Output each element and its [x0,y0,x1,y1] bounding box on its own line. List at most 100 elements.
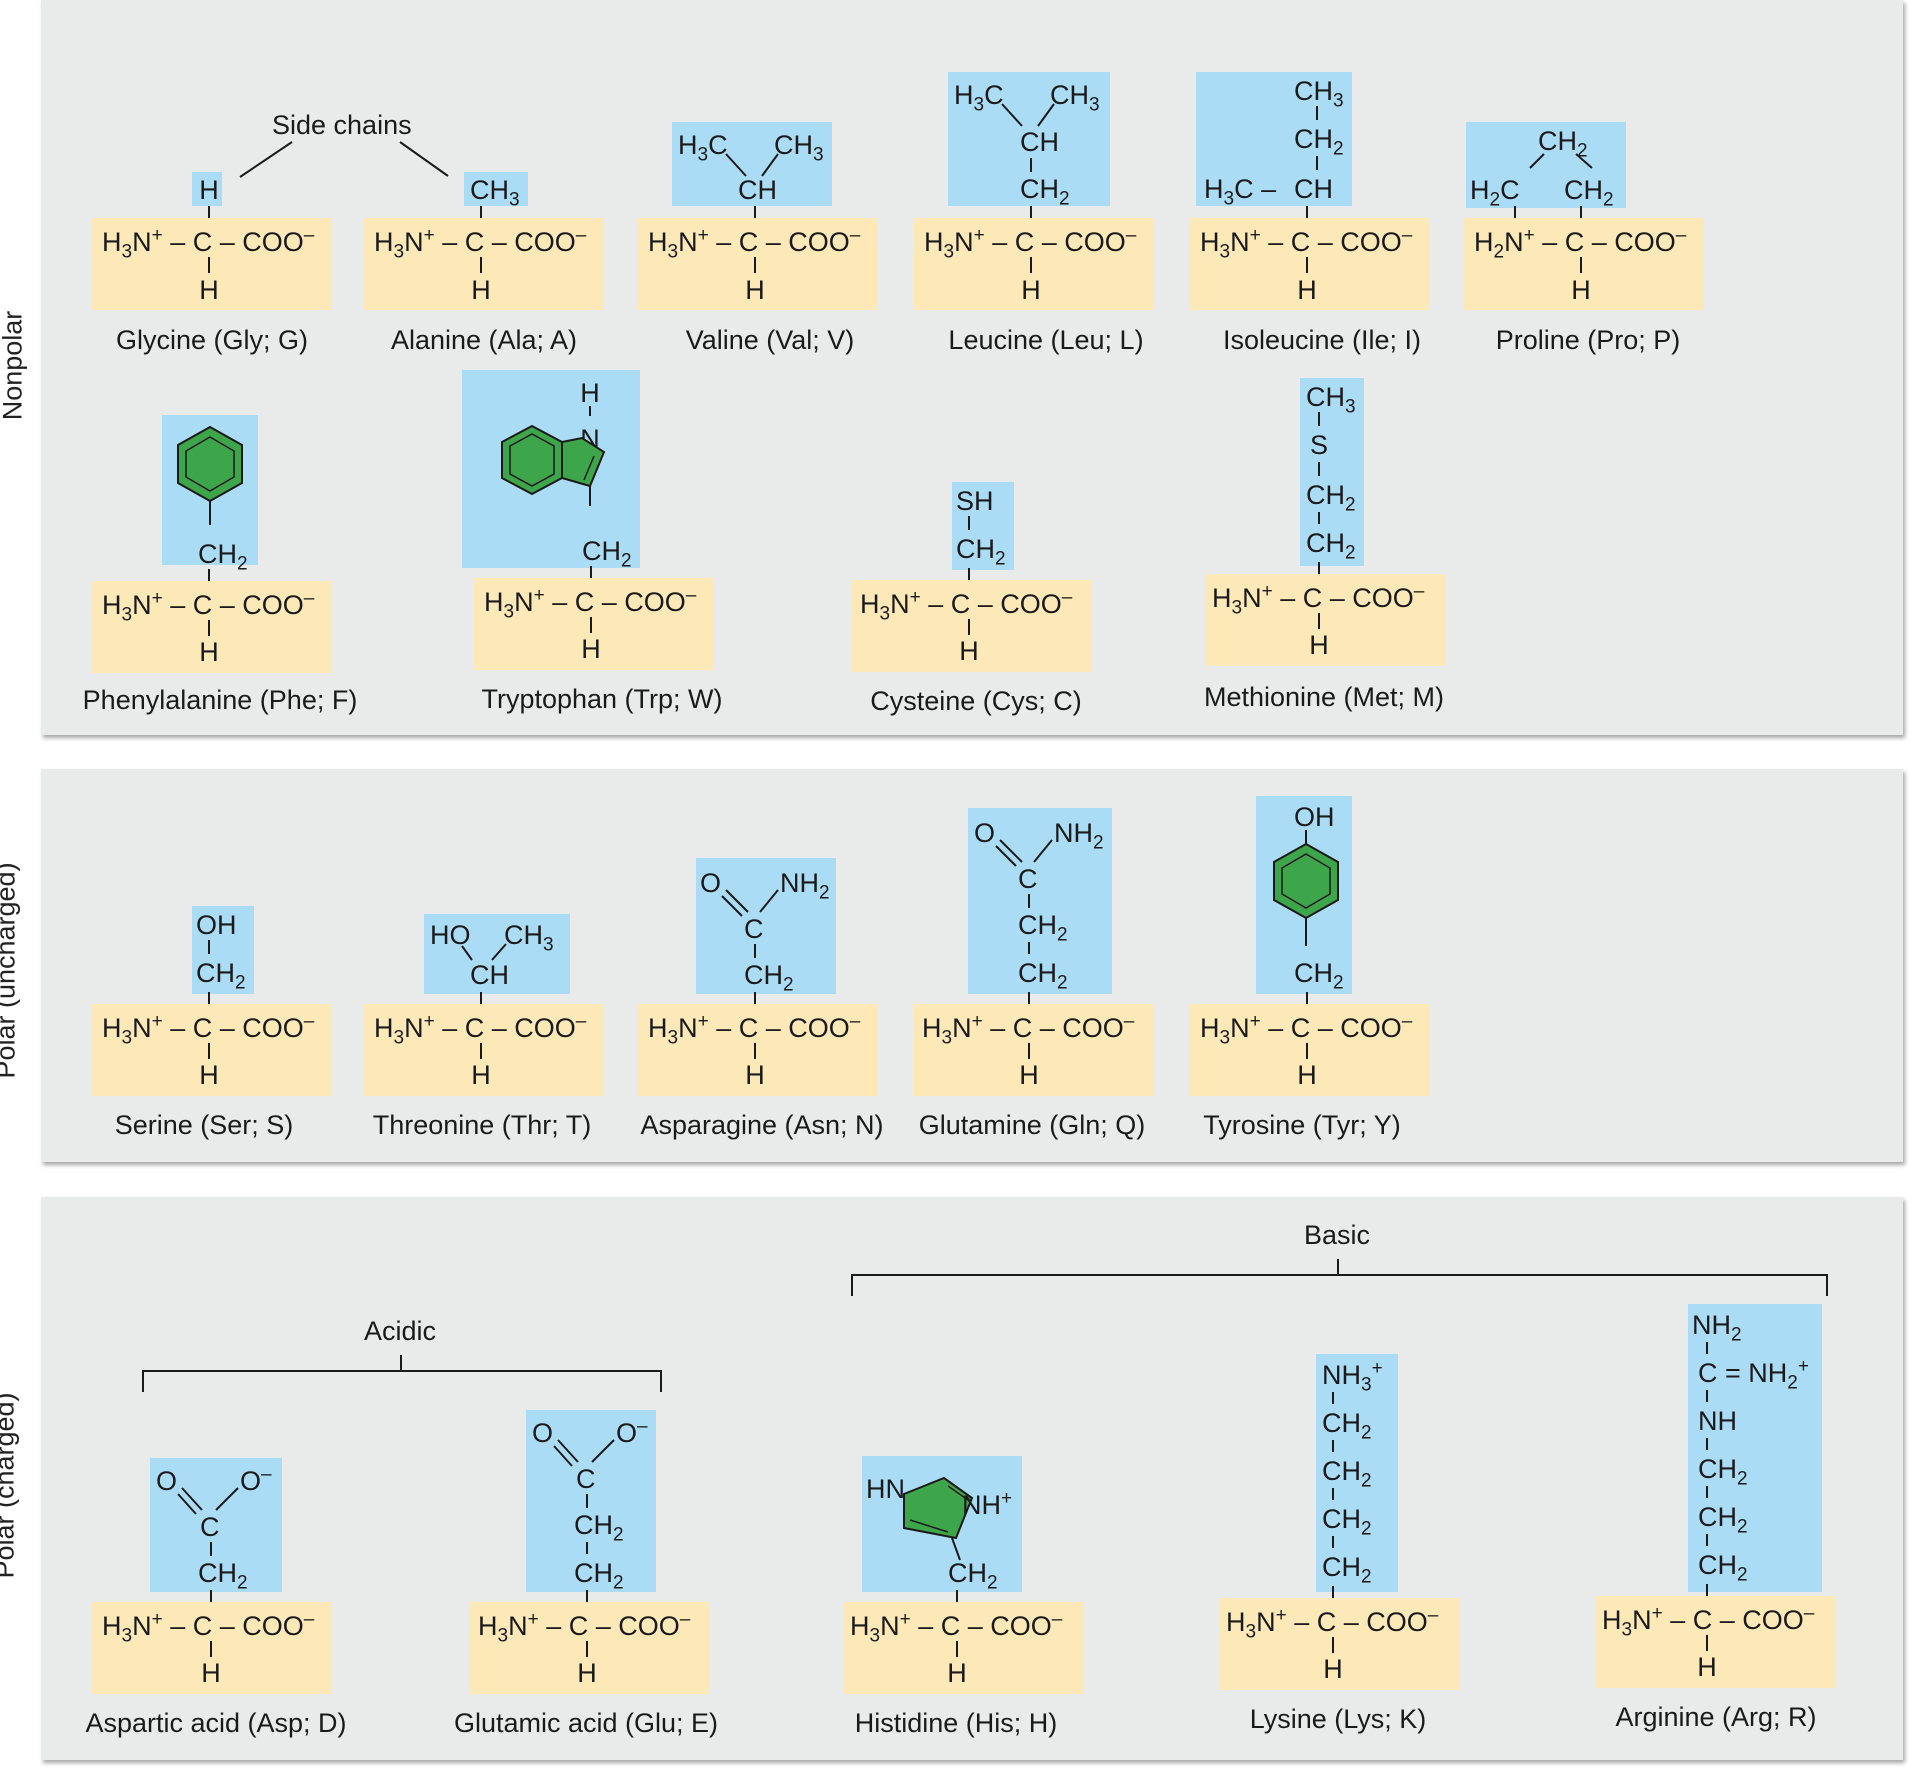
amino-acid-name: Alanine (Ala; A) [390,325,578,355]
bond [480,257,482,273]
alpha-h: H [745,275,765,305]
bond [586,1590,588,1602]
bond [1318,512,1320,524]
amino-acid-name: Threonine (Thr; T) [372,1110,592,1140]
side-atom: CH2 [1018,958,1068,994]
amino-acid-isoleucine: CH3 CH2 H3C – CH H3N+ – C – COO– H Isole… [1190,72,1430,372]
amino-acid-tryptophan: H N CH2 H3N+ – C – COO– H Tryptophan (Tr… [462,370,723,720]
side-atom: CH2 [744,960,794,996]
amino-acid-name: Glutamic acid (Glu; E) [453,1708,719,1738]
bond [1028,942,1030,954]
side-atom: H2C [1470,175,1520,211]
side-atom: CH [1294,174,1333,204]
bond [1332,1536,1334,1548]
side-atom: CH3 [1306,382,1356,418]
backbone-text: H3N+ – C – COO– [102,225,315,263]
side-atom: CH [738,175,777,205]
side-atom: C [1018,864,1038,894]
side-atom: CH2 [574,1510,624,1546]
alpha-h: H [199,1060,219,1090]
alpha-h: H [201,1658,221,1688]
side-atom: CH2 [1294,958,1344,994]
side-atom: CH3 [470,175,520,211]
acidic-bracket-tick [400,1355,402,1371]
side-atom: CH2 [1018,910,1068,946]
side-atom: C [576,1464,596,1494]
bond [586,1494,588,1508]
backbone-text: H3N+ – C – COO– [1602,1603,1815,1641]
amino-acid-serine: OH CH2 H3N+ – C – COO– H Serine (Ser; S) [92,906,332,1146]
side-atom: OH [196,910,237,940]
bond [1706,1390,1708,1402]
backbone-text: H3N+ – C – COO– [102,1011,315,1049]
alpha-h: H [471,275,491,305]
bond [210,1542,212,1556]
bond [208,992,210,1004]
side-atom: CH2 [1322,1456,1372,1492]
alpha-h: H [1697,1652,1717,1682]
bond [968,619,970,635]
bond [1030,257,1032,273]
alpha-h: H [1309,630,1329,660]
backbone-text: H3N+ – C – COO– [924,225,1137,263]
alpha-h: H [471,1060,491,1090]
bond [480,206,482,218]
amino-acid-name: Tryptophan (Trp; W) [481,684,723,714]
bond [1706,1342,1708,1354]
amino-acid-name: Tyrosine (Tyr; Y) [1203,1110,1401,1140]
bond [208,1043,210,1059]
bond [1306,257,1308,273]
bond [956,1590,958,1602]
bond [1706,1438,1708,1450]
side-atom: NH+ [962,1488,1013,1520]
alpha-h: H [745,1060,765,1090]
side-atom: NH [1698,1406,1737,1436]
bond [1028,894,1030,908]
basic-label: Basic [1303,1220,1371,1250]
alpha-h: H [577,1658,597,1688]
side-atom: C [744,914,764,944]
backbone-text: H3N+ – C – COO– [478,1609,691,1647]
bond [1332,1392,1334,1404]
side-atom: CH2 [1322,1408,1372,1444]
amino-acid-name: Aspartic acid (Asp; D) [85,1708,347,1738]
amino-acid-lysine: NH3+ CH2 CH2 CH2 CH2 H3N+ – C – COO– H L… [1220,1354,1460,1744]
bond [1318,412,1320,426]
side-atom: NH3+ [1322,1358,1383,1396]
amino-acid-name: Valine (Val; V) [685,325,855,355]
bond [1706,1534,1708,1546]
side-atom: CH2 [1322,1552,1372,1588]
alpha-h: H [199,275,219,305]
side-atom: CH2 [948,1558,998,1594]
side-atom: CH2 [196,958,246,994]
bond [480,1043,482,1059]
bond [1318,613,1320,629]
side-atom: CH2 [582,536,632,572]
alpha-h: H [1323,1654,1343,1684]
bond [754,1043,756,1059]
bond [208,206,210,218]
backbone-text: H3N+ – C – COO– [102,588,315,626]
amino-acid-name: Methionine (Met; M) [1203,682,1445,712]
side-atom: CH [470,960,509,990]
bond [1306,1043,1308,1059]
side-atom: SH [956,486,994,516]
side-atom: H3C – [1204,174,1277,210]
acidic-bracket [142,1370,662,1392]
bond [1332,1440,1334,1452]
amino-acid-name: Lysine (Lys; K) [1249,1704,1427,1734]
bond [586,1641,588,1657]
amino-acid-phenylalanine: CH2 H3N+ – C – COO– H Phenylalanine (Phe… [83,415,357,715]
bond [1030,206,1032,218]
amino-acid-methionine: CH3 S CH2 CH2 H3N+ – C – COO– H Methioni… [1203,378,1446,718]
bond [208,569,210,581]
bond [210,1641,212,1657]
bond [208,620,210,636]
backbone-text: H3N+ – C – COO– [484,585,697,623]
side-atom: CH2 [198,539,248,575]
amino-acid-histidine: HN NH+ CH2 H3N+ – C – COO– H Histidine (… [844,1456,1084,1746]
backbone-text: H3N+ – C – COO– [860,587,1073,625]
bond [754,257,756,273]
bond [1306,992,1308,1004]
side-atom: CH2 [574,1558,624,1594]
